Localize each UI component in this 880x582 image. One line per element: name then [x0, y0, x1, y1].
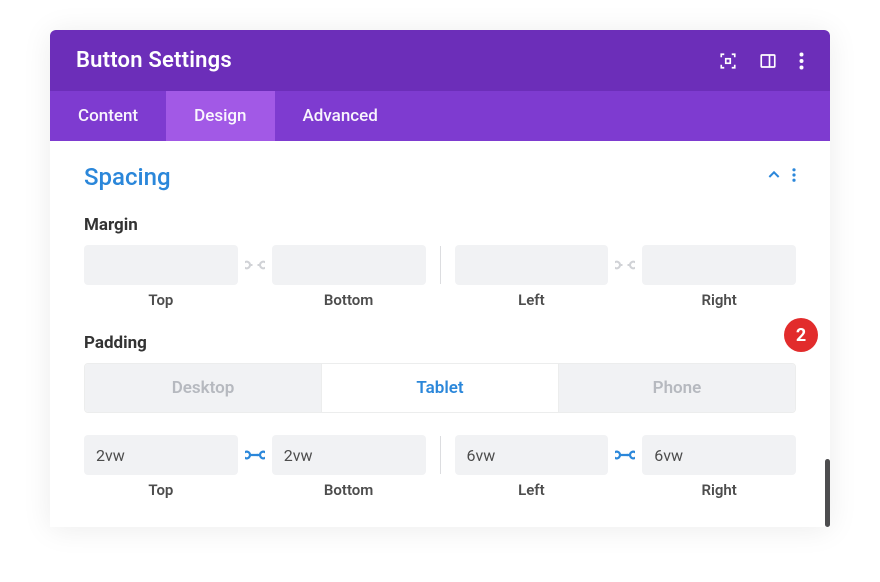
step-badge: 2: [784, 318, 818, 352]
link-horizontal-icon[interactable]: [608, 258, 642, 272]
settings-panel: Button Settings Content Design Advanced …: [50, 30, 830, 527]
padding-row: [84, 435, 796, 475]
more-icon[interactable]: [799, 52, 804, 70]
collapse-icon[interactable]: [766, 167, 782, 187]
padding-top-label: Top: [84, 481, 238, 499]
scrollbar-track[interactable]: [825, 459, 830, 527]
device-tabs: Desktop Tablet Phone: [84, 363, 796, 413]
padding-right-input[interactable]: [642, 435, 796, 475]
padding-right-label: Right: [642, 481, 796, 499]
tab-design[interactable]: Design: [166, 91, 274, 141]
device-tab-tablet[interactable]: Tablet: [321, 364, 559, 412]
padding-top-input[interactable]: [84, 435, 238, 475]
expand-icon[interactable]: [719, 52, 737, 70]
margin-labels: Top Bottom Left Right: [84, 291, 796, 309]
margin-row: [84, 245, 796, 285]
device-tab-desktop[interactable]: Desktop: [85, 364, 321, 412]
panel-title: Button Settings: [76, 48, 232, 73]
panel-header: Button Settings: [50, 30, 830, 91]
margin-group: Margin Top: [84, 215, 796, 309]
panel-body: Spacing Margin: [50, 141, 830, 527]
padding-group: Padding 2 Desktop Tablet Phone: [84, 333, 796, 499]
padding-bottom-label: Bottom: [272, 481, 426, 499]
link-horizontal-icon[interactable]: [608, 448, 642, 462]
tab-bar: Content Design Advanced: [50, 91, 830, 141]
divider: [440, 436, 441, 474]
margin-bottom-label: Bottom: [272, 291, 426, 309]
margin-left-input[interactable]: [455, 245, 609, 285]
margin-bottom-input[interactable]: [272, 245, 426, 285]
header-actions: [719, 52, 804, 70]
section-actions: [766, 167, 796, 187]
margin-top-label: Top: [84, 291, 238, 309]
margin-left-label: Left: [455, 291, 609, 309]
tab-content[interactable]: Content: [50, 91, 166, 141]
link-vertical-icon[interactable]: [238, 448, 272, 462]
padding-left-input[interactable]: [455, 435, 609, 475]
section-header: Spacing: [84, 163, 796, 191]
margin-right-label: Right: [642, 291, 796, 309]
section-more-icon[interactable]: [792, 167, 796, 187]
margin-label: Margin: [84, 215, 796, 235]
padding-bottom-input[interactable]: [272, 435, 426, 475]
divider: [440, 246, 441, 284]
margin-right-input[interactable]: [642, 245, 796, 285]
sidebar-icon[interactable]: [759, 52, 777, 70]
link-vertical-icon[interactable]: [238, 258, 272, 272]
padding-label: Padding 2: [84, 333, 796, 353]
padding-left-label: Left: [455, 481, 609, 499]
margin-top-input[interactable]: [84, 245, 238, 285]
device-tab-phone[interactable]: Phone: [559, 364, 795, 412]
section-title: Spacing: [84, 163, 171, 191]
padding-labels: Top Bottom Left Right: [84, 481, 796, 499]
tab-advanced[interactable]: Advanced: [275, 91, 406, 141]
